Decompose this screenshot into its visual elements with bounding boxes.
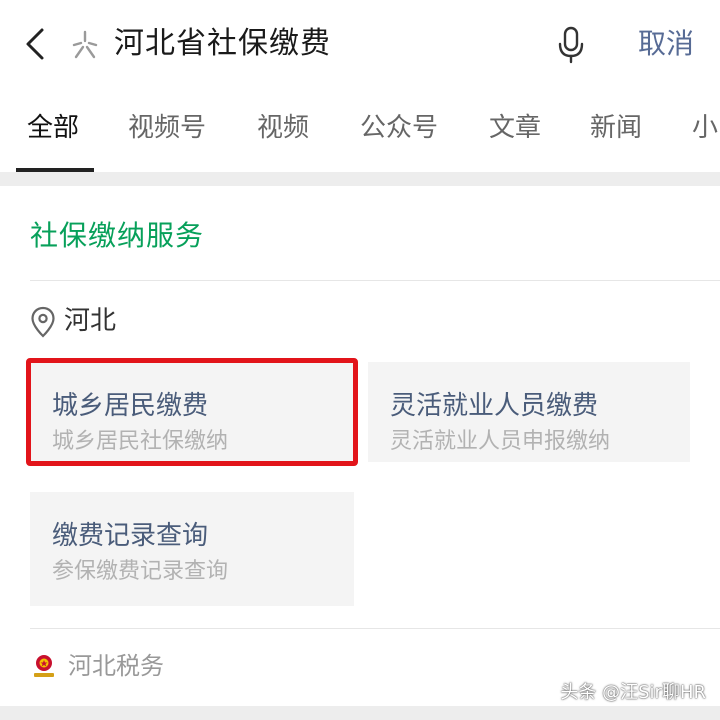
- divider: [30, 628, 720, 629]
- back-arrow-icon[interactable]: [20, 24, 52, 64]
- service-card: 社保缴纳服务 河北 城乡居民缴费 城乡居民社保缴纳 灵活就业人员缴费 灵活就业人…: [0, 186, 720, 706]
- red-highlight-box: [26, 358, 358, 466]
- tab-channels[interactable]: 视频号: [128, 108, 206, 148]
- watermark: 头条 @汪Sir聊HR: [560, 682, 706, 703]
- service-subtitle: 灵活就业人员申报缴纳: [390, 429, 611, 454]
- cancel-button[interactable]: 取消: [638, 24, 694, 64]
- tab-mini-programs[interactable]: 小: [692, 108, 718, 148]
- section-separator: [0, 706, 720, 720]
- source-account[interactable]: 河北税务: [68, 646, 164, 686]
- tab-videos[interactable]: 视频: [257, 108, 309, 148]
- service-title: 灵活就业人员缴费: [390, 391, 599, 421]
- tab-official-accounts[interactable]: 公众号: [360, 108, 438, 148]
- tax-emblem-icon: [34, 655, 54, 677]
- tab-articles[interactable]: 文章: [489, 108, 541, 148]
- search-input[interactable]: 河北省社保缴费: [114, 24, 331, 64]
- service-tile-payment-records[interactable]: 缴费记录查询 参保缴费记录查询: [30, 492, 354, 606]
- service-subtitle: 参保缴费记录查询: [52, 559, 229, 584]
- search-bar: 河北省社保缴费 取消: [0, 0, 720, 88]
- sparkle-icon: [72, 30, 98, 59]
- tab-all[interactable]: 全部: [27, 108, 79, 148]
- card-title[interactable]: 社保缴纳服务: [30, 216, 204, 256]
- service-title: 缴费记录查询: [52, 521, 209, 551]
- microphone-icon[interactable]: [556, 26, 586, 64]
- tab-news[interactable]: 新闻: [590, 108, 642, 148]
- region-label[interactable]: 河北: [64, 301, 116, 341]
- service-tile-flexible-employment[interactable]: 灵活就业人员缴费 灵活就业人员申报缴纳: [368, 362, 690, 462]
- filter-tabs: 全部 视频号 视频 公众号 文章 新闻 小: [0, 88, 720, 172]
- location-pin-icon: [31, 306, 55, 338]
- divider: [30, 280, 720, 281]
- section-separator: [0, 172, 720, 186]
